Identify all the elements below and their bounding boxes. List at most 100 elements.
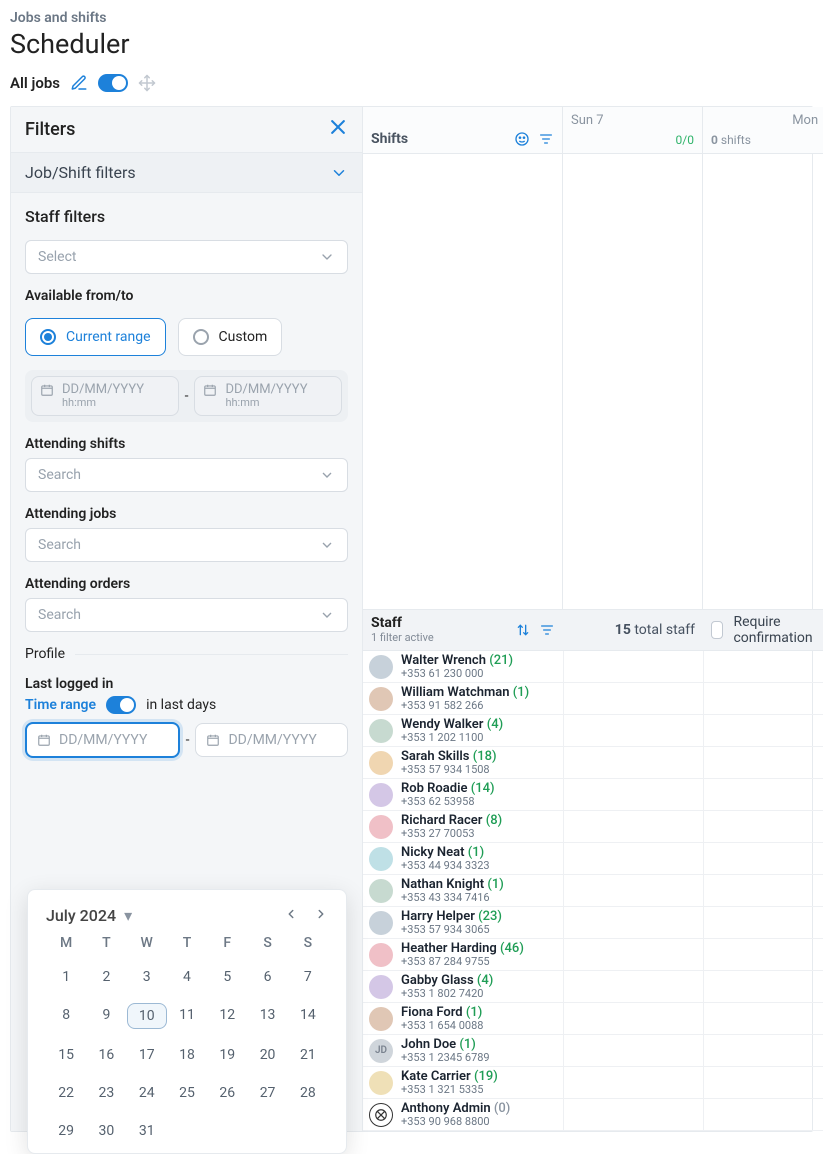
calendar-day[interactable]: 23 bbox=[86, 1081, 126, 1105]
chevron-down-icon bbox=[319, 537, 335, 553]
avatar bbox=[369, 687, 393, 711]
staff-name: Sarah Skills (18) bbox=[401, 750, 497, 764]
staff-row[interactable]: Sarah Skills (18)+353 57 934 1508 bbox=[363, 747, 823, 779]
calendar-day[interactable]: 27 bbox=[247, 1081, 287, 1105]
staff-name: Anthony Admin (0) bbox=[401, 1102, 510, 1116]
staff-row[interactable]: Fiona Ford (1)+353 1 654 0088 bbox=[363, 1003, 823, 1035]
staff-phone: +353 1 802 7420 bbox=[401, 988, 493, 1000]
calendar-day[interactable]: 5 bbox=[207, 965, 247, 989]
calendar-day[interactable]: 8 bbox=[46, 1003, 86, 1029]
calendar-prev-button[interactable] bbox=[284, 907, 298, 925]
calendar-day[interactable]: 12 bbox=[207, 1003, 247, 1029]
calendar-day[interactable]: 7 bbox=[288, 965, 328, 989]
calendar-day[interactable]: 28 bbox=[288, 1081, 328, 1105]
calendar-day[interactable]: 18 bbox=[167, 1043, 207, 1067]
available-to-input[interactable]: DD/MM/YYYYhh:mm bbox=[194, 376, 342, 416]
staff-row[interactable]: Kate Carrier (19)+353 1 321 5335 bbox=[363, 1067, 823, 1099]
calendar-day[interactable]: 15 bbox=[46, 1043, 86, 1067]
staff-row[interactable]: Harry Helper (23)+353 57 934 3065 bbox=[363, 907, 823, 939]
calendar-icon bbox=[40, 383, 54, 397]
calendar-day[interactable]: 29 bbox=[46, 1119, 86, 1143]
last-logged-from-input[interactable]: DD/MM/YYYY bbox=[25, 722, 180, 758]
staff-row[interactable]: JDJohn Doe (1)+353 1 2345 6789 bbox=[363, 1035, 823, 1067]
calendar-dow: S bbox=[288, 935, 328, 951]
calendar-day[interactable]: 6 bbox=[247, 965, 287, 989]
staff-row[interactable]: Nicky Neat (1)+353 44 934 3323 bbox=[363, 843, 823, 875]
staff-phone: +353 1 321 5335 bbox=[401, 1084, 498, 1096]
calendar-day[interactable]: 3 bbox=[127, 965, 167, 989]
calendar-day[interactable]: 10 bbox=[127, 1003, 167, 1029]
filter-icon[interactable] bbox=[538, 131, 554, 147]
calendar-day[interactable]: 13 bbox=[247, 1003, 287, 1029]
attending-jobs-select[interactable]: Search bbox=[25, 528, 348, 562]
radio-current-range[interactable]: Current range bbox=[25, 318, 166, 356]
staff-name: Harry Helper (23) bbox=[401, 910, 502, 924]
staff-row[interactable]: Nathan Knight (1)+353 43 334 7416 bbox=[363, 875, 823, 907]
staff-row[interactable]: Walter Wrench (21)+353 61 230 000 bbox=[363, 651, 823, 683]
calendar-day[interactable]: 9 bbox=[86, 1003, 126, 1029]
calendar-dow: M bbox=[46, 935, 86, 951]
avatar bbox=[369, 1071, 393, 1095]
staff-row[interactable]: Rob Roadie (14)+353 62 53958 bbox=[363, 779, 823, 811]
calendar-day[interactable]: 31 bbox=[127, 1119, 167, 1143]
staff-name: Richard Racer (8) bbox=[401, 814, 502, 828]
radio-custom[interactable]: Custom bbox=[178, 318, 283, 356]
staff-header-title: Staff bbox=[371, 616, 434, 631]
calendar-day[interactable]: 2 bbox=[86, 965, 126, 989]
calendar-day[interactable]: 14 bbox=[288, 1003, 328, 1029]
calendar-day[interactable]: 19 bbox=[207, 1043, 247, 1067]
calendar-day[interactable]: 11 bbox=[167, 1003, 207, 1029]
face-icon[interactable] bbox=[514, 131, 530, 147]
calendar-day[interactable]: 22 bbox=[46, 1081, 86, 1105]
calendar-icon bbox=[37, 733, 51, 747]
staff-row[interactable]: William Watchman (1)+353 91 582 266 bbox=[363, 683, 823, 715]
avatar bbox=[369, 975, 393, 999]
attending-shifts-label: Attending shifts bbox=[25, 436, 348, 452]
pencil-icon[interactable] bbox=[70, 74, 88, 92]
avatar bbox=[369, 815, 393, 839]
sort-icon[interactable] bbox=[515, 622, 531, 638]
staff-name: Gabby Glass (4) bbox=[401, 974, 493, 988]
close-filters-button[interactable] bbox=[328, 117, 348, 142]
calendar-next-button[interactable] bbox=[314, 907, 328, 925]
all-jobs-toggle[interactable] bbox=[98, 74, 128, 92]
staff-filter-select[interactable]: Select bbox=[25, 240, 348, 274]
calendar-dow: F bbox=[207, 935, 247, 951]
calendar-day[interactable]: 4 bbox=[167, 965, 207, 989]
calendar-day[interactable]: 26 bbox=[207, 1081, 247, 1105]
attending-jobs-label: Attending jobs bbox=[25, 506, 348, 522]
avatar bbox=[369, 751, 393, 775]
avatar bbox=[369, 847, 393, 871]
calendar-day[interactable]: 24 bbox=[127, 1081, 167, 1105]
available-from-to-label: Available from/to bbox=[25, 288, 348, 304]
staff-row[interactable]: Anthony Admin (0)+353 90 968 8800 bbox=[363, 1099, 823, 1131]
filters-title: Filters bbox=[25, 119, 75, 140]
calendar-month-label[interactable]: July 2024 bbox=[46, 906, 116, 925]
filter-icon[interactable] bbox=[539, 622, 555, 638]
attending-shifts-select[interactable]: Search bbox=[25, 458, 348, 492]
staff-row[interactable]: Richard Racer (8)+353 27 70053 bbox=[363, 811, 823, 843]
move-icon[interactable] bbox=[138, 74, 156, 92]
available-from-input[interactable]: DD/MM/YYYYhh:mm bbox=[31, 376, 179, 416]
staff-name: Nathan Knight (1) bbox=[401, 878, 504, 892]
time-range-toggle[interactable] bbox=[106, 696, 136, 714]
calendar-day[interactable]: 21 bbox=[288, 1043, 328, 1067]
avatar bbox=[369, 655, 393, 679]
staff-row[interactable]: Wendy Walker (4)+353 1 202 1100 bbox=[363, 715, 823, 747]
calendar-day[interactable]: 25 bbox=[167, 1081, 207, 1105]
calendar-day[interactable]: 16 bbox=[86, 1043, 126, 1067]
staff-phone: +353 1 654 0088 bbox=[401, 1020, 483, 1032]
calendar-month-dropdown-icon[interactable]: ▾ bbox=[124, 906, 132, 925]
calendar-day[interactable]: 20 bbox=[247, 1043, 287, 1067]
calendar-day[interactable]: 17 bbox=[127, 1043, 167, 1067]
staff-row[interactable]: Heather Harding (46)+353 87 284 9755 bbox=[363, 939, 823, 971]
calendar-day[interactable]: 30 bbox=[86, 1119, 126, 1143]
last-logged-to-input[interactable]: DD/MM/YYYY bbox=[195, 723, 348, 757]
job-shift-filters-toggle[interactable]: Job/Shift filters bbox=[11, 153, 362, 193]
staff-row[interactable]: Gabby Glass (4)+353 1 802 7420 bbox=[363, 971, 823, 1003]
attending-orders-select[interactable]: Search bbox=[25, 598, 348, 632]
require-confirmation-checkbox[interactable] bbox=[711, 621, 723, 639]
radio-icon bbox=[193, 329, 209, 345]
time-range-label: Time range bbox=[25, 697, 96, 713]
calendar-day[interactable]: 1 bbox=[46, 965, 86, 989]
